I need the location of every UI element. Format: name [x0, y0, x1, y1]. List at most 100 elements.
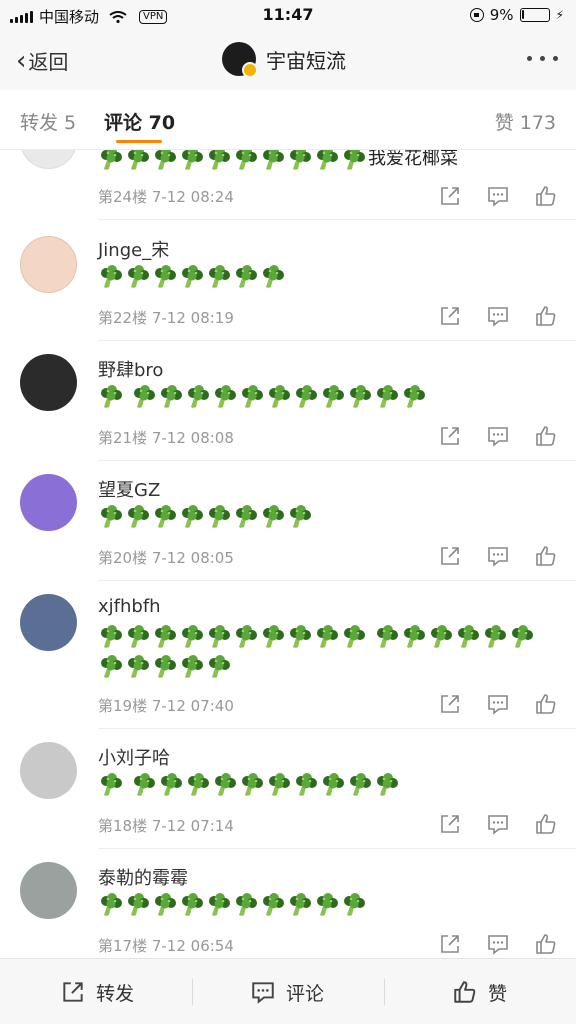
comment-list: 我爱花椰菜 第24楼 7-12 08:24 Jinge_宋 第22楼 7-12 … — [0, 150, 576, 958]
reply-icon[interactable] — [486, 544, 510, 568]
share-icon[interactable] — [438, 184, 462, 208]
broccoli-emoji-icon — [317, 625, 338, 648]
reply-icon[interactable] — [486, 424, 510, 448]
like-icon[interactable] — [534, 424, 558, 448]
commenter-name[interactable]: 野肆bro — [98, 356, 163, 382]
like-icon[interactable] — [534, 812, 558, 836]
comment-text — [98, 502, 548, 532]
comment-text: 我爱花椰菜 — [98, 150, 548, 174]
reply-icon[interactable] — [486, 692, 510, 716]
broccoli-emoji-icon — [404, 385, 425, 408]
reply-icon[interactable] — [486, 932, 510, 956]
reply-icon[interactable] — [486, 304, 510, 328]
comment-text — [98, 770, 548, 800]
commenter-avatar[interactable] — [20, 236, 77, 293]
comment-meta: 第20楼 7-12 08:05 — [98, 549, 234, 567]
broccoli-emoji-icon — [404, 625, 425, 648]
divider — [98, 460, 576, 461]
broccoli-emoji-icon — [263, 265, 284, 288]
broccoli-emoji-group — [98, 893, 368, 916]
like-icon[interactable] — [534, 304, 558, 328]
broccoli-emoji-icon — [377, 385, 398, 408]
share-icon[interactable] — [438, 544, 462, 568]
broccoli-emoji-icon — [236, 625, 257, 648]
broccoli-emoji-icon — [512, 625, 533, 648]
broccoli-emoji-icon — [209, 893, 230, 916]
broccoli-emoji-icon — [323, 385, 344, 408]
broccoli-emoji-icon — [155, 893, 176, 916]
tab-repost[interactable]: 转发 5 — [20, 108, 76, 135]
broccoli-emoji-icon — [155, 505, 176, 528]
comment-text-suffix: 我爱花椰菜 — [368, 150, 458, 169]
broccoli-emoji-icon — [263, 150, 284, 170]
broccoli-emoji-icon — [269, 385, 290, 408]
commenter-avatar[interactable] — [20, 474, 77, 531]
broccoli-emoji-group — [98, 265, 287, 288]
broccoli-emoji-icon — [182, 150, 203, 170]
broccoli-emoji-icon — [317, 893, 338, 916]
share-icon[interactable] — [438, 304, 462, 328]
account-name: 宇宙短流 — [266, 48, 346, 73]
commenter-avatar[interactable] — [20, 862, 77, 919]
comment-button[interactable]: 评论 — [250, 959, 324, 1024]
broccoli-emoji-icon — [236, 265, 257, 288]
reply-icon[interactable] — [486, 812, 510, 836]
like-icon[interactable] — [534, 932, 558, 956]
commenter-avatar[interactable] — [20, 150, 77, 169]
broccoli-emoji-icon — [209, 505, 230, 528]
tab-like[interactable]: 赞 173 — [495, 108, 556, 135]
commenter-avatar[interactable] — [20, 594, 77, 651]
active-tab-indicator — [116, 140, 162, 143]
commenter-avatar[interactable] — [20, 354, 77, 411]
commenter-name[interactable]: xjfhbfh — [98, 596, 161, 617]
commenter-avatar[interactable] — [20, 742, 77, 799]
broccoli-emoji-icon — [101, 150, 122, 170]
like-icon[interactable] — [534, 544, 558, 568]
comment-text — [98, 622, 548, 682]
reply-icon[interactable] — [486, 184, 510, 208]
like-icon[interactable] — [534, 184, 558, 208]
broccoli-emoji-icon — [263, 505, 284, 528]
like-button[interactable]: 赞 — [452, 959, 507, 1024]
comment-meta: 第19楼 7-12 07:40 — [98, 697, 234, 715]
like-icon[interactable] — [534, 692, 558, 716]
commenter-name[interactable]: 望夏GZ — [98, 476, 160, 502]
broccoli-emoji-icon — [350, 773, 371, 796]
repost-button[interactable]: 转发 — [60, 959, 134, 1024]
broccoli-emoji-icon — [209, 625, 230, 648]
broccoli-emoji-icon — [236, 150, 257, 170]
charging-icon: ⚡ — [555, 8, 564, 22]
broccoli-emoji-icon — [485, 625, 506, 648]
repost-label: 转发 — [96, 982, 135, 1005]
broccoli-emoji-icon — [431, 625, 452, 648]
orientation-lock-icon — [469, 8, 484, 22]
broccoli-emoji-icon — [155, 625, 176, 648]
share-icon[interactable] — [438, 424, 462, 448]
broccoli-emoji-icon — [296, 773, 317, 796]
comment-actions — [438, 184, 558, 208]
broccoli-emoji-icon — [377, 773, 398, 796]
share-icon[interactable] — [438, 932, 462, 956]
share-icon[interactable] — [438, 812, 462, 836]
more-options-button[interactable] — [527, 56, 558, 61]
comment-label: 评论 — [286, 982, 325, 1005]
broccoli-emoji-icon — [101, 505, 122, 528]
divider — [98, 728, 576, 729]
page-title[interactable]: 宇宙短流 — [222, 42, 346, 78]
commenter-name[interactable]: Jinge_宋 — [98, 236, 169, 262]
share-icon[interactable] — [438, 692, 462, 716]
broccoli-emoji-icon — [128, 505, 149, 528]
broccoli-emoji-icon — [155, 150, 176, 170]
tab-comment[interactable]: 评论 70 — [104, 108, 175, 135]
broccoli-emoji-icon — [236, 505, 257, 528]
broccoli-emoji-icon — [209, 265, 230, 288]
broccoli-emoji-icon — [101, 385, 122, 408]
back-button[interactable]: ‹ 返回 — [16, 46, 68, 75]
comment-actions — [438, 692, 558, 716]
comment-meta: 第24楼 7-12 08:24 — [98, 188, 234, 206]
broccoli-emoji-icon — [296, 385, 317, 408]
commenter-name[interactable]: 小刘子哈 — [98, 744, 170, 770]
commenter-name[interactable]: 泰勒的霉霉 — [98, 864, 188, 890]
broccoli-emoji-icon — [128, 655, 149, 678]
broccoli-emoji-icon — [290, 893, 311, 916]
